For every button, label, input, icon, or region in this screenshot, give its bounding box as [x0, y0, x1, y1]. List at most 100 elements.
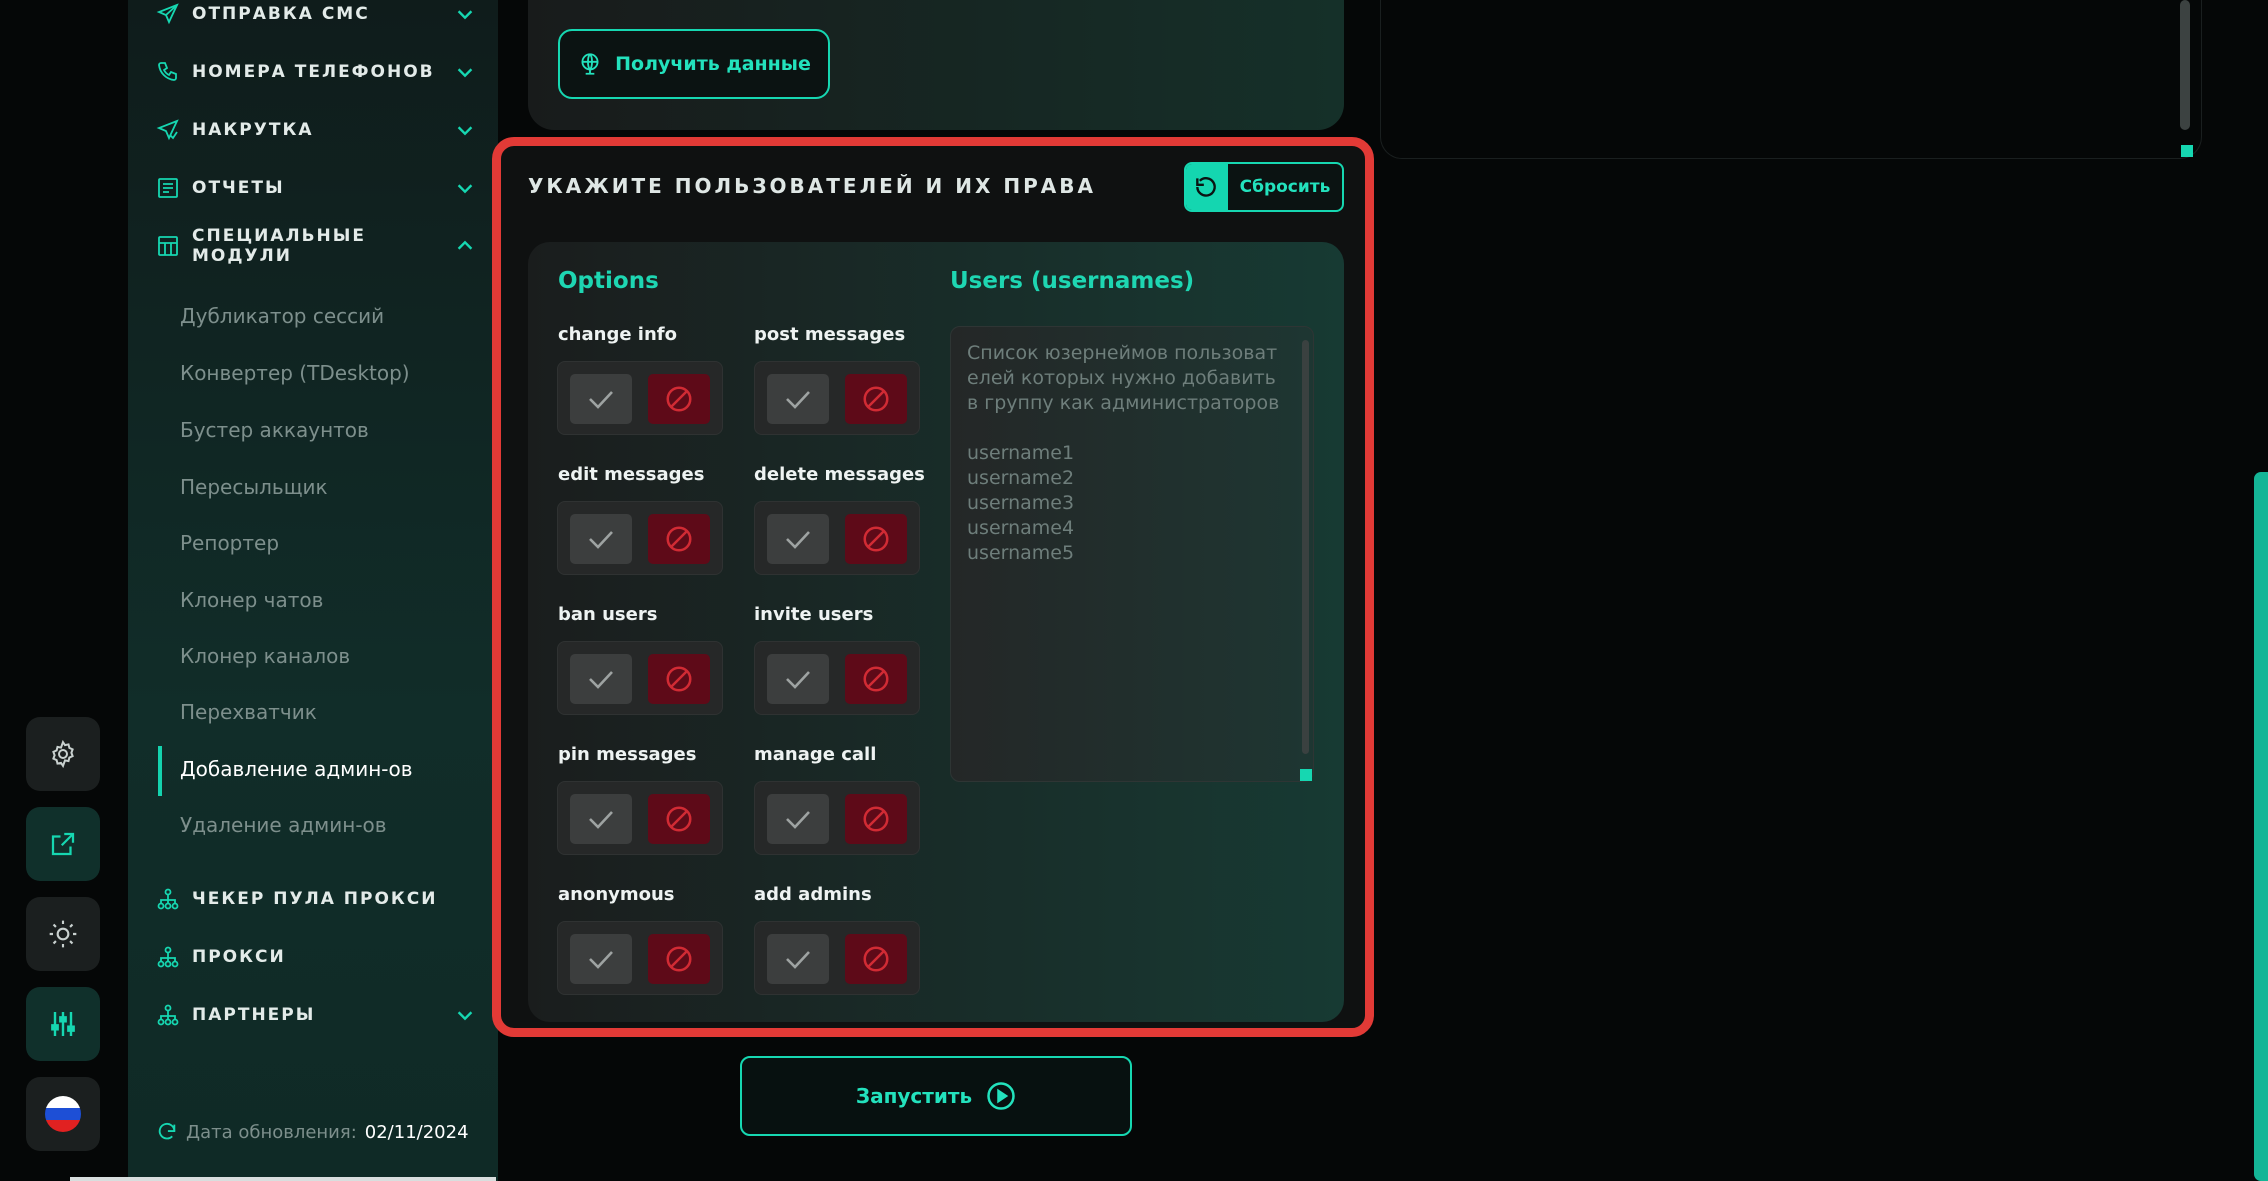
language-button[interactable]	[26, 1077, 100, 1151]
toggle-add-admins	[754, 921, 920, 995]
deny-button[interactable]	[648, 514, 710, 564]
textarea-scrollbar[interactable]	[1302, 340, 1309, 754]
report-icon	[156, 175, 186, 201]
sub-item-session-duplicator[interactable]: Дубликатор сессий	[180, 301, 384, 331]
toggle-manage-call	[754, 781, 920, 855]
sub-item-interceptor[interactable]: Перехватчик	[180, 697, 317, 727]
nav-label: ОТЧЕТЫ	[192, 178, 285, 198]
option-label: add admins	[754, 884, 872, 905]
sub-item-add-admins[interactable]: Добавление админ-ов	[180, 754, 413, 784]
nav-label: НОМЕРА ТЕЛЕФОНОВ	[192, 62, 435, 82]
nav-partners[interactable]: ПАРТНЕРЫ	[156, 995, 476, 1035]
nav-reports[interactable]: ОТЧЕТЫ	[156, 168, 476, 208]
get-data-label: Получить данные	[615, 53, 811, 75]
settings-button[interactable]	[26, 717, 100, 791]
deny-button[interactable]	[648, 934, 710, 984]
page-scrollbar[interactable]	[2254, 472, 2268, 1181]
chevron-up-icon	[454, 235, 476, 257]
users-heading: Users (usernames)	[950, 268, 1195, 294]
nav-phone-numbers[interactable]: НОМЕРА ТЕЛЕФОНОВ	[156, 52, 476, 92]
check-icon	[586, 667, 616, 691]
phone-icon	[156, 59, 186, 85]
sub-item-reporter[interactable]: Репортер	[180, 528, 279, 558]
sliders-icon	[47, 1008, 79, 1040]
sidebar: ОТПРАВКА СМС НОМЕРА ТЕЛЕФОНОВ НАКРУТКА О…	[128, 0, 498, 1181]
deny-button[interactable]	[845, 934, 907, 984]
option-label: ban users	[558, 604, 658, 625]
sub-item-tdesktop-converter[interactable]: Конвертер (TDesktop)	[180, 358, 410, 388]
reset-label: Сбросить	[1239, 177, 1331, 197]
check-icon	[586, 807, 616, 831]
get-data-button[interactable]: Получить данные	[558, 29, 830, 99]
allow-button[interactable]	[570, 514, 632, 564]
settings-sliders-button[interactable]	[26, 987, 100, 1061]
allow-button[interactable]	[767, 374, 829, 424]
allow-button[interactable]	[570, 654, 632, 704]
allow-button[interactable]	[570, 374, 632, 424]
theme-toggle-button[interactable]	[26, 897, 100, 971]
reset-button[interactable]: Сбросить	[1184, 162, 1344, 212]
deny-button[interactable]	[648, 654, 710, 704]
deny-button[interactable]	[845, 514, 907, 564]
allow-button[interactable]	[767, 934, 829, 984]
update-label: Дата обновления:	[186, 1121, 357, 1143]
chevron-down-icon	[454, 1004, 476, 1026]
ban-icon	[664, 804, 694, 834]
option-label: anonymous	[558, 884, 675, 905]
ban-icon	[861, 804, 891, 834]
nav-proxy-pool-checker[interactable]: ЧЕКЕР ПУЛА ПРОКСИ	[156, 879, 476, 919]
check-icon	[783, 667, 813, 691]
allow-button[interactable]	[767, 514, 829, 564]
run-button[interactable]: Запустить	[740, 1056, 1132, 1136]
toggle-change-info	[557, 361, 723, 435]
nav-label: СПЕЦИАЛЬНЫЕ МОДУЛИ	[192, 226, 367, 266]
sub-item-forwarder[interactable]: Пересыльщик	[180, 472, 328, 502]
nav-label: ПРОКСИ	[192, 947, 286, 967]
ban-icon	[664, 384, 694, 414]
network-icon	[156, 886, 186, 912]
toggle-edit-messages	[557, 501, 723, 575]
ban-icon	[664, 944, 694, 974]
log-scrollbar[interactable]	[2180, 0, 2190, 130]
russia-flag-icon	[45, 1096, 81, 1132]
chevron-down-icon	[454, 119, 476, 141]
nav-special-modules[interactable]: СПЕЦИАЛЬНЫЕ МОДУЛИ	[156, 226, 476, 266]
allow-button[interactable]	[767, 794, 829, 844]
horizontal-scrollbar[interactable]	[70, 1177, 496, 1181]
update-date: 02/11/2024	[364, 1121, 469, 1143]
allow-button[interactable]	[767, 654, 829, 704]
section-title: УКАЖИТЕ ПОЛЬЗОВАТЕЛЕЙ И ИХ ПРАВА	[528, 174, 1096, 198]
nav-boost[interactable]: НАКРУТКА	[156, 110, 476, 150]
ban-icon	[861, 524, 891, 554]
option-label: manage call	[754, 744, 877, 765]
deny-button[interactable]	[845, 654, 907, 704]
sub-item-account-booster[interactable]: Бустер аккаунтов	[180, 415, 369, 445]
option-label: edit messages	[558, 464, 705, 485]
allow-button[interactable]	[570, 794, 632, 844]
ban-icon	[861, 384, 891, 414]
resize-grip[interactable]	[2181, 145, 2193, 157]
allow-button[interactable]	[570, 934, 632, 984]
nav-sms[interactable]: ОТПРАВКА СМС	[156, 0, 476, 34]
check-icon	[783, 947, 813, 971]
sub-item-chat-cloner[interactable]: Клонер чатов	[180, 585, 323, 615]
deny-button[interactable]	[648, 374, 710, 424]
send-up-icon	[156, 117, 186, 143]
log-panel	[1380, 0, 2202, 159]
external-link-icon	[48, 829, 78, 859]
usernames-textarea[interactable]: Список юзернеймов пользователей которых …	[950, 326, 1314, 782]
sub-item-channel-cloner[interactable]: Клонер каналов	[180, 641, 350, 671]
deny-button[interactable]	[648, 794, 710, 844]
ban-icon	[861, 664, 891, 694]
ban-icon	[664, 524, 694, 554]
deny-button[interactable]	[845, 374, 907, 424]
nav-label: ПАРТНЕРЫ	[192, 1005, 316, 1025]
check-icon	[586, 527, 616, 551]
resize-grip[interactable]	[1300, 769, 1312, 781]
refresh-icon	[156, 1121, 178, 1143]
sub-item-remove-admins[interactable]: Удаление админ-ов	[180, 810, 387, 840]
deny-button[interactable]	[845, 794, 907, 844]
options-heading: Options	[558, 268, 659, 294]
nav-proxy[interactable]: ПРОКСИ	[156, 937, 476, 977]
external-link-button[interactable]	[26, 807, 100, 881]
